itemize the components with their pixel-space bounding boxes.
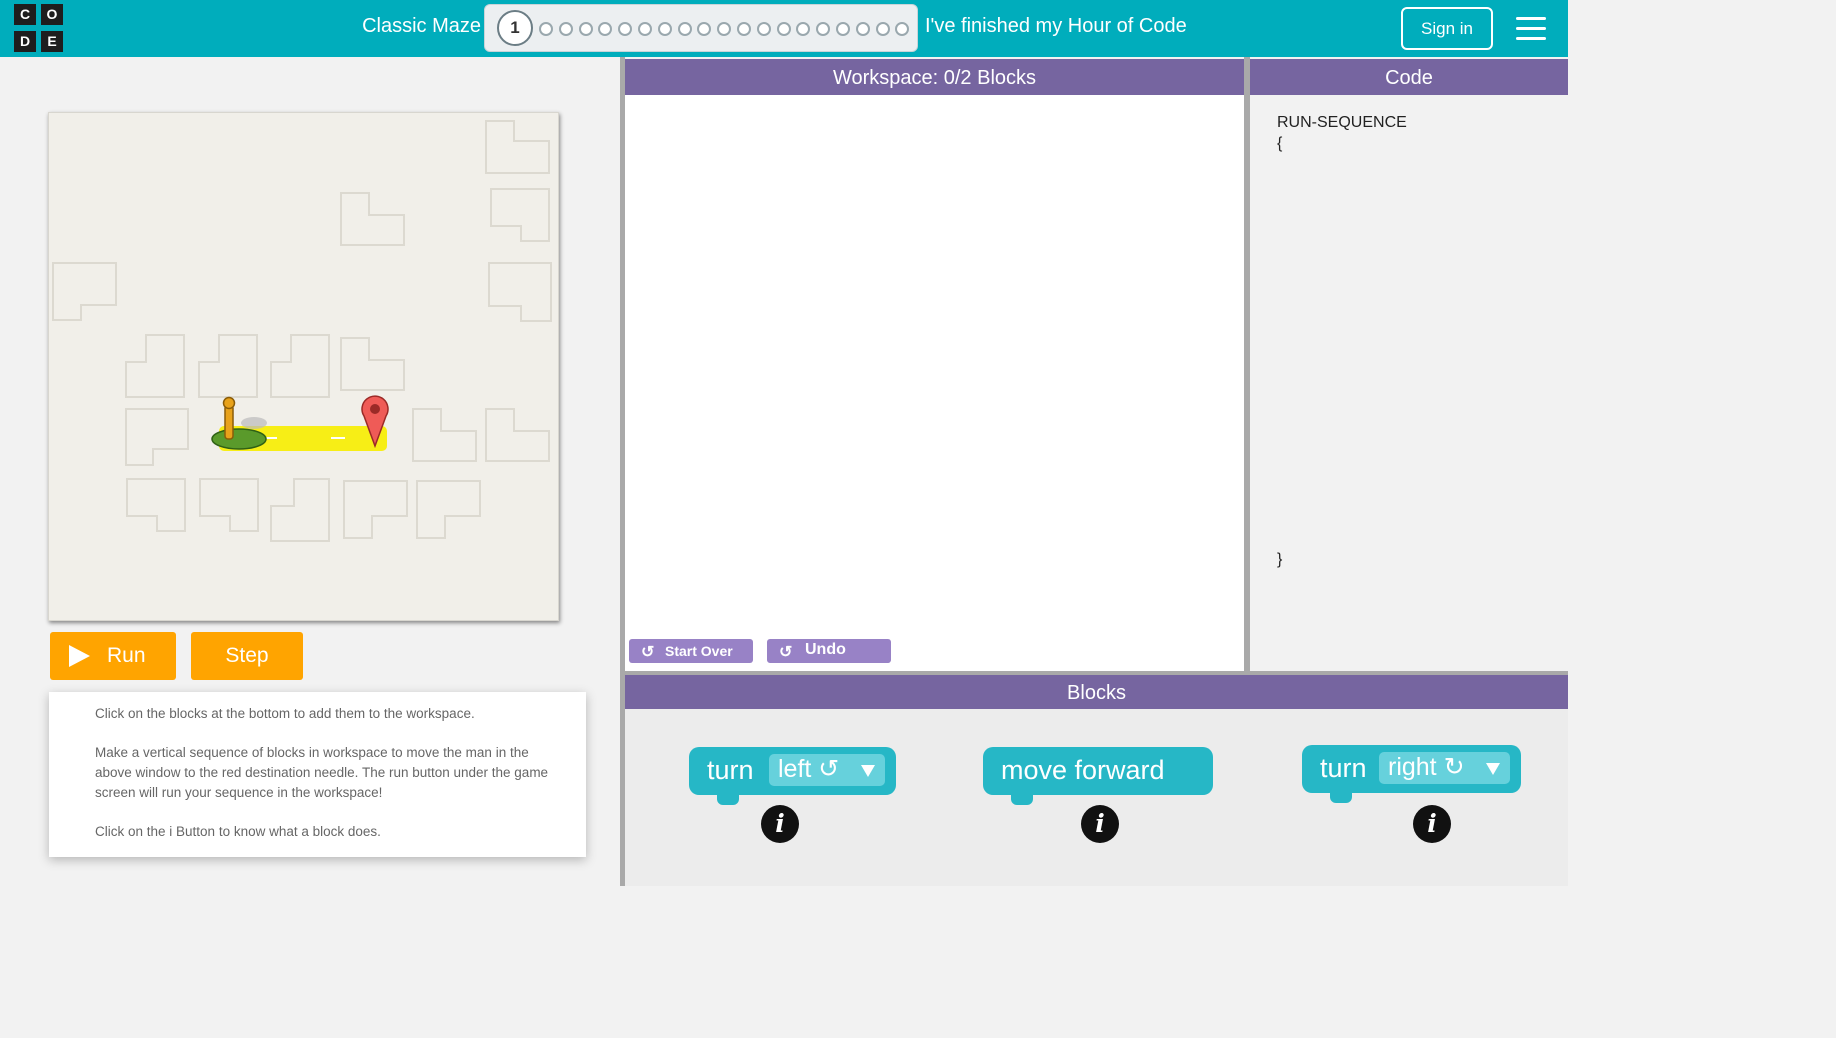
level-dot[interactable] [756, 22, 771, 36]
step-button[interactable]: Step [191, 632, 303, 680]
level-dot[interactable] [618, 22, 633, 36]
maze-canvas [48, 112, 559, 621]
blocks-title: Blocks [625, 675, 1568, 709]
level-title: Classic Maze [362, 15, 481, 37]
run-button-label: Run [107, 644, 146, 667]
direction-dropdown[interactable]: right ↻ [1379, 752, 1510, 784]
level-dot[interactable] [796, 22, 811, 36]
direction-dropdown[interactable]: left ↺ [769, 754, 885, 786]
info-icon[interactable]: i [761, 805, 799, 843]
code-org-logo[interactable]: C O D E [14, 4, 64, 52]
dropdown-arrow-icon [861, 765, 875, 777]
start-over-button[interactable]: ↺ Start Over [629, 639, 753, 663]
instruction-line: Click on the blocks at the bottom to add… [95, 706, 475, 721]
dropdown-arrow-icon [1486, 763, 1500, 775]
top-header: C O D E Classic Maze 1 I've finished my … [0, 0, 1568, 57]
level-dot[interactable] [539, 22, 553, 36]
logo-letter: C [14, 4, 36, 25]
dropdown-value: right ↻ [1388, 753, 1465, 781]
instructions-panel: Click on the blocks at the bottom to add… [49, 692, 586, 857]
level-dot[interactable] [717, 22, 732, 36]
logo-letter: O [41, 4, 63, 25]
turn-left-block[interactable]: turn left ↺ [689, 747, 896, 805]
level-dot[interactable] [776, 22, 791, 36]
turn-right-block[interactable]: turn right ↻ [1302, 745, 1521, 803]
finished-hour-of-code-link[interactable]: I've finished my Hour of Code [925, 15, 1187, 38]
code-run-sequence: RUN-SEQUENCE [1277, 114, 1407, 131]
code-open-brace: { [1277, 135, 1283, 152]
start-over-label: Start Over [665, 643, 733, 659]
level-progress-bar: 1 [484, 4, 918, 52]
current-level-bubble[interactable]: 1 [497, 10, 533, 46]
code-text: RUN-SEQUENCE { [1277, 112, 1407, 154]
start-pad [211, 428, 267, 450]
workspace-area[interactable]: ↺ Start Over ↺ Undo [625, 95, 1244, 671]
run-button[interactable]: Run [50, 632, 176, 680]
level-dot[interactable] [638, 22, 652, 36]
logo-letter: E [41, 31, 63, 52]
undo-button[interactable]: ↺ Undo [767, 639, 891, 663]
level-dot[interactable] [895, 22, 910, 36]
block-verb: turn [1320, 753, 1367, 783]
dropdown-value: left ↺ [778, 755, 840, 783]
code-close-brace: } [1277, 551, 1283, 568]
level-dot[interactable] [677, 22, 692, 36]
info-icon[interactable]: i [1413, 805, 1451, 843]
blocks-toolbox: turn left ↺ i move forward i turn right … [625, 709, 1568, 886]
code-title: Code [1250, 59, 1568, 95]
level-dot[interactable] [737, 22, 751, 36]
block-verb: move forward [1001, 755, 1165, 785]
maze-drawing [52, 120, 552, 542]
move-forward-block[interactable]: move forward [983, 747, 1213, 805]
play-icon [69, 645, 90, 667]
code-panel: RUN-SEQUENCE { } [1250, 95, 1568, 671]
block-verb: turn [707, 755, 754, 785]
level-dot[interactable] [697, 22, 712, 36]
hamburger-icon[interactable] [1516, 17, 1546, 41]
level-dot[interactable] [578, 22, 593, 36]
sign-in-button[interactable]: Sign in [1401, 7, 1493, 50]
info-icon[interactable]: i [1081, 805, 1119, 843]
workspace-title: Workspace: 0/2 Blocks [625, 59, 1244, 95]
undo-label: Undo [805, 641, 846, 658]
maze-wall-tiles [52, 120, 552, 542]
instruction-line: Click on the i Button to know what a blo… [95, 824, 381, 839]
reset-icon: ↺ [641, 644, 655, 661]
level-dot[interactable] [598, 22, 613, 36]
level-dot[interactable] [558, 22, 573, 36]
game-panel: Run Step Click on the blocks at the bott… [0, 57, 620, 886]
undo-icon: ↺ [779, 644, 793, 661]
level-dot[interactable] [657, 22, 672, 36]
level-dot[interactable] [875, 22, 890, 36]
instruction-line: Make a vertical sequence of blocks in wo… [95, 745, 549, 800]
level-dot[interactable] [816, 22, 831, 36]
level-dot[interactable] [855, 22, 870, 36]
level-dot[interactable] [836, 22, 850, 36]
logo-letter: D [14, 31, 36, 52]
workspace-toolbar: ↺ Start Over ↺ Undo [629, 633, 899, 667]
player-pegman [224, 404, 234, 440]
